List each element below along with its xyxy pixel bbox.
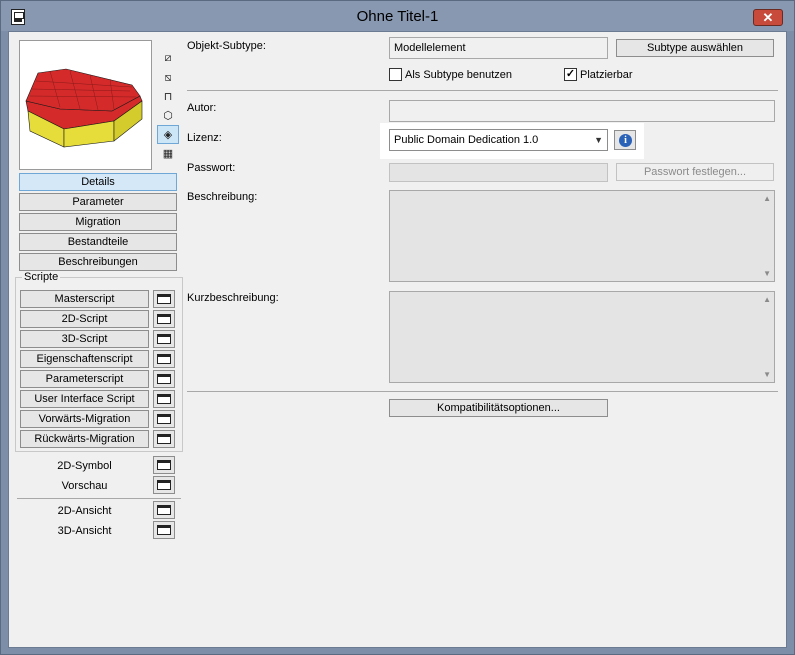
- section-view-icon[interactable]: ⧅: [157, 69, 179, 88]
- film-view-icon[interactable]: ▦: [157, 145, 179, 164]
- script-masterscript-button[interactable]: Masterscript: [20, 290, 149, 308]
- ansicht-2d-window-button[interactable]: [153, 501, 175, 519]
- scroll-up-icon[interactable]: ▲: [763, 194, 771, 203]
- description-divider: [187, 391, 778, 392]
- info-icon: i: [619, 134, 632, 147]
- author-input[interactable]: [389, 100, 775, 122]
- window-icon: [157, 314, 171, 324]
- vorschau-window-button[interactable]: [153, 476, 175, 494]
- scripts-group-title: Scripte: [22, 271, 61, 283]
- script-3d-button[interactable]: 3D-Script: [20, 330, 149, 348]
- window-icon: [157, 460, 171, 470]
- model-preview-image: [25, 68, 143, 148]
- window-icon: [157, 294, 171, 304]
- window-icon: [157, 334, 171, 344]
- license-select-value: Public Domain Dedication 1.0: [394, 134, 539, 146]
- script-ui-button[interactable]: User Interface Script: [20, 390, 149, 408]
- placeable-checkbox[interactable]: ✓: [564, 68, 577, 81]
- script-forward-migration-button[interactable]: Vorwärts-Migration: [20, 410, 149, 428]
- axonometric-view-icon[interactable]: ⬡: [157, 107, 179, 126]
- script-parameter-button[interactable]: Parameterscript: [20, 370, 149, 388]
- script-masterscript-window-button[interactable]: [153, 290, 175, 308]
- window-icon: [157, 414, 171, 424]
- ansicht-2d-label: 2D-Ansicht: [57, 505, 112, 517]
- author-label: Autor:: [187, 102, 217, 114]
- password-input: [389, 163, 608, 182]
- script-ui-window-button[interactable]: [153, 390, 175, 408]
- vorschau-label: Vorschau: [61, 480, 108, 492]
- ansicht-3d-window-button[interactable]: [153, 521, 175, 539]
- window: Ohne Titel-1 ✕ ⧄ ⧅ ⊓ ⬡ ◈ ▦ Details Param…: [0, 0, 795, 655]
- symbol-2d-window-button[interactable]: [153, 456, 175, 474]
- license-label: Lizenz:: [187, 132, 222, 144]
- window-icon: [157, 525, 171, 535]
- nav-bestandteile-button[interactable]: Bestandteile: [19, 233, 177, 251]
- select-subtype-button[interactable]: Subtype auswählen: [616, 39, 774, 57]
- extras-divider: [17, 498, 181, 499]
- script-eigenschaften-button[interactable]: Eigenschaftenscript: [20, 350, 149, 368]
- dialog-client: ⧄ ⧅ ⊓ ⬡ ◈ ▦ Details Parameter Migration …: [8, 31, 787, 648]
- short-description-label: Kurzbeschreibung:: [187, 292, 279, 304]
- short-description-textarea[interactable]: ▲ ▼: [389, 291, 775, 383]
- subtype-value-field: Modellelement: [389, 37, 608, 59]
- description-textarea[interactable]: ▲ ▼: [389, 190, 775, 282]
- close-icon: ✕: [762, 10, 774, 25]
- symbol-2d-label: 2D-Symbol: [57, 460, 112, 472]
- titlebar[interactable]: Ohne Titel-1 ✕: [1, 1, 794, 31]
- object-preview: [19, 40, 152, 170]
- script-eigenschaften-window-button[interactable]: [153, 350, 175, 368]
- window-icon: [157, 394, 171, 404]
- script-3d-window-button[interactable]: [153, 330, 175, 348]
- script-2d-button[interactable]: 2D-Script: [20, 310, 149, 328]
- checkmark-icon: ✓: [565, 68, 576, 80]
- script-parameter-window-button[interactable]: [153, 370, 175, 388]
- chevron-down-icon: ▼: [594, 135, 603, 145]
- ansicht-3d-label: 3D-Ansicht: [57, 525, 112, 537]
- window-icon: [157, 354, 171, 364]
- elevation-view-icon[interactable]: ⊓: [157, 88, 179, 107]
- nav-migration-button[interactable]: Migration: [19, 213, 177, 231]
- window-title: Ohne Titel-1: [356, 8, 439, 25]
- script-backward-migration-button[interactable]: Rückwärts-Migration: [20, 430, 149, 448]
- script-backward-migration-window-button[interactable]: [153, 430, 175, 448]
- window-icon: [157, 434, 171, 444]
- nav-beschreibungen-button[interactable]: Beschreibungen: [19, 253, 177, 271]
- placeable-label: Platzierbar: [580, 69, 633, 81]
- password-label: Passwort:: [187, 162, 236, 174]
- license-select[interactable]: Public Domain Dedication 1.0 ▼: [389, 129, 608, 151]
- description-label: Beschreibung:: [187, 191, 258, 203]
- window-icon: [157, 480, 171, 490]
- compatibility-options-button[interactable]: Kompatibilitätsoptionen...: [389, 399, 608, 417]
- subtype-divider: [187, 90, 778, 91]
- scroll-down-icon[interactable]: ▼: [763, 370, 771, 379]
- nav-details-button[interactable]: Details: [19, 173, 177, 191]
- use-as-subtype-label: Als Subtype benutzen: [405, 69, 513, 81]
- close-button[interactable]: ✕: [753, 9, 783, 26]
- script-2d-window-button[interactable]: [153, 310, 175, 328]
- nav-parameter-button[interactable]: Parameter: [19, 193, 177, 211]
- window-icon: [157, 505, 171, 515]
- scroll-up-icon[interactable]: ▲: [763, 295, 771, 304]
- subtype-label: Objekt-Subtype:: [187, 40, 266, 52]
- script-forward-migration-window-button[interactable]: [153, 410, 175, 428]
- scroll-down-icon[interactable]: ▼: [763, 269, 771, 278]
- use-as-subtype-checkbox[interactable]: [389, 68, 402, 81]
- window-icon: [157, 374, 171, 384]
- license-info-button[interactable]: i: [614, 130, 636, 150]
- plan-view-icon[interactable]: ⧄: [157, 49, 179, 68]
- 3d-view-icon[interactable]: ◈: [157, 125, 179, 144]
- set-password-button[interactable]: Passwort festlegen...: [616, 163, 774, 181]
